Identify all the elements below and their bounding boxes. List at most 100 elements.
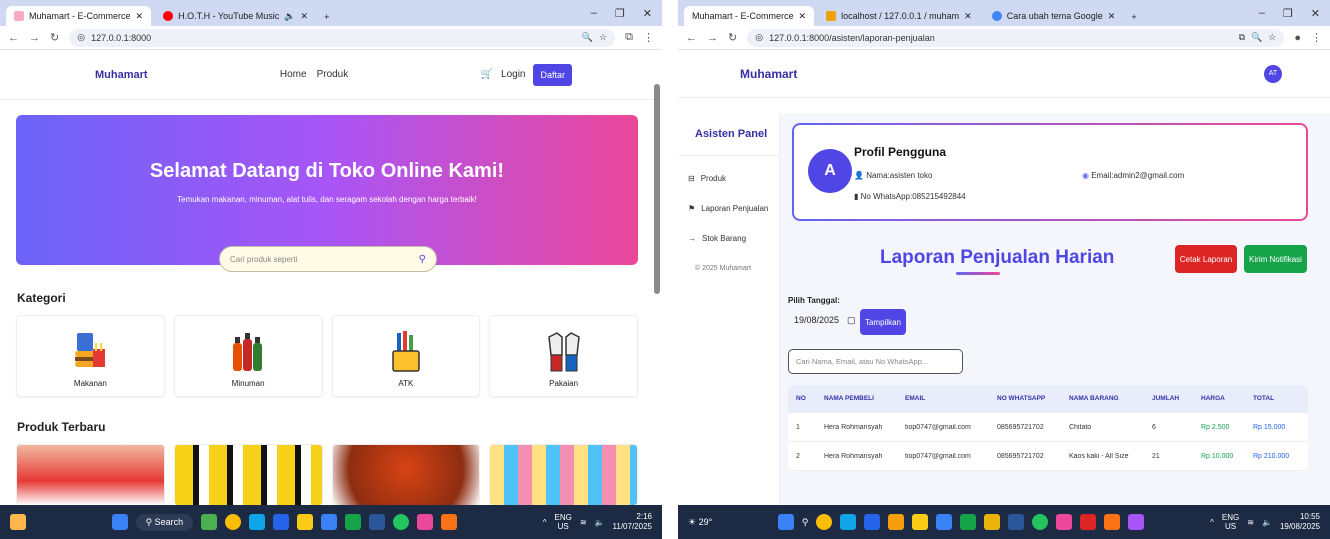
- app-icon[interactable]: [1056, 514, 1073, 530]
- site-info-icon[interactable]: ◎: [755, 32, 763, 43]
- chevron-up-icon[interactable]: ^: [1210, 518, 1214, 527]
- search-icon[interactable]: ⚲: [802, 517, 809, 528]
- widgets-icon[interactable]: [10, 514, 26, 530]
- zoom-icon[interactable]: 🔍: [582, 32, 593, 43]
- app-icon[interactable]: [1128, 514, 1145, 530]
- nav-home-link[interactable]: Home: [280, 69, 307, 80]
- search-icon[interactable]: ⚲: [419, 254, 426, 265]
- date-input[interactable]: 19/08/2025 ▢: [788, 309, 856, 331]
- extensions-icon[interactable]: ⧉: [625, 31, 633, 44]
- restore-icon[interactable]: ❐: [615, 7, 625, 20]
- app-icon[interactable]: [960, 514, 977, 530]
- product-search-input[interactable]: Cari produk seperti ⚲: [219, 246, 437, 272]
- whatsapp-icon[interactable]: [393, 514, 410, 530]
- close-window-icon[interactable]: ✕: [1311, 7, 1320, 20]
- reload-icon[interactable]: ↻: [728, 31, 737, 44]
- vscode-icon[interactable]: [273, 514, 290, 530]
- close-icon[interactable]: ✕: [1108, 11, 1116, 22]
- back-icon[interactable]: ←: [686, 32, 697, 44]
- close-icon[interactable]: ✕: [964, 11, 972, 22]
- windows-start-icon[interactable]: [777, 514, 794, 530]
- app-icon[interactable]: [936, 514, 953, 530]
- file-explorer-icon[interactable]: [297, 514, 314, 530]
- new-tab-icon[interactable]: +: [320, 12, 333, 26]
- language-indicator[interactable]: ENG US: [1222, 513, 1239, 531]
- sidebar-item-stok-barang[interactable]: → Stok Barang: [678, 234, 746, 243]
- cetak-laporan-button[interactable]: Cetak Laporan: [1175, 245, 1237, 273]
- edge-icon[interactable]: [249, 514, 266, 530]
- daftar-button[interactable]: Daftar: [533, 63, 572, 86]
- new-tab-icon[interactable]: +: [1127, 12, 1140, 26]
- word-icon[interactable]: [369, 514, 386, 530]
- cart-icon[interactable]: 🛒: [481, 69, 493, 80]
- edge-icon[interactable]: [840, 514, 857, 530]
- app-icon[interactable]: [201, 514, 218, 530]
- close-icon[interactable]: ✕: [136, 11, 144, 22]
- language-indicator[interactable]: ENG US: [555, 513, 572, 531]
- address-bar[interactable]: ◎ 127.0.0.1:8000/asisten/laporan-penjual…: [747, 28, 1285, 47]
- clock[interactable]: 2:16 11/07/2025: [613, 512, 652, 532]
- sidebar-item-laporan-penjualan[interactable]: ⚑ Laporan Penjualan: [678, 204, 768, 213]
- kirim-notifikasi-button[interactable]: Kirim Notifikasi: [1244, 245, 1307, 273]
- product-image[interactable]: [16, 444, 165, 506]
- kategori-minuman-card[interactable]: Minuman: [173, 315, 323, 397]
- wifi-icon[interactable]: ≋: [1247, 518, 1254, 527]
- browser-tab-youtube-music[interactable]: H.O.T.H - YouTube Music 🔈 ✕: [155, 6, 317, 26]
- zoom-icon[interactable]: 🔍: [1251, 32, 1262, 43]
- app-icon[interactable]: [1104, 514, 1121, 530]
- chrome-icon[interactable]: [816, 514, 833, 530]
- app-icon[interactable]: [984, 514, 1001, 530]
- menu-icon[interactable]: ⋮: [1311, 31, 1322, 44]
- browser-tab-phpmyadmin[interactable]: localhost / 127.0.0.1 / muham ✕: [818, 6, 980, 26]
- browser-tab-muhamart[interactable]: Muhamart - E-Commerce ✕: [684, 6, 815, 26]
- close-icon[interactable]: ✕: [301, 11, 309, 22]
- customer-search-input[interactable]: Cari Nama, Email, atau No WhatsApp...: [788, 349, 963, 374]
- minimize-icon[interactable]: –: [591, 7, 597, 19]
- product-image[interactable]: [489, 444, 638, 506]
- page-scrollbar[interactable]: [654, 68, 660, 488]
- tampilkan-button[interactable]: Tampilkan: [860, 309, 906, 335]
- kategori-makanan-card[interactable]: Makanan: [16, 315, 165, 397]
- vscode-icon[interactable]: [864, 514, 881, 530]
- login-link[interactable]: Login: [501, 69, 525, 80]
- word-icon[interactable]: [1008, 514, 1025, 530]
- calendar-icon[interactable]: ▢: [847, 315, 856, 326]
- profile-icon[interactable]: ●: [1294, 32, 1301, 44]
- star-icon[interactable]: ☆: [1268, 32, 1276, 43]
- volume-icon[interactable]: 🔈: [1262, 518, 1272, 527]
- translate-icon[interactable]: ⧉: [1239, 32, 1245, 43]
- browser-tab-muhamart[interactable]: Muhamart - E-Commerce ✕: [6, 6, 152, 26]
- browser-tab-google[interactable]: Cara ubah tema Google ✕: [983, 6, 1124, 26]
- clock[interactable]: 10:55 19/08/2025: [1280, 512, 1320, 532]
- chevron-up-icon[interactable]: ^: [543, 518, 547, 527]
- wifi-icon[interactable]: ≋: [580, 518, 587, 527]
- forward-icon[interactable]: →: [707, 32, 718, 44]
- address-bar[interactable]: ◎ 127.0.0.1:8000 🔍 ☆: [69, 28, 616, 47]
- taskbar-search[interactable]: ⚲ Search: [135, 513, 194, 531]
- menu-icon[interactable]: ⋮: [643, 31, 654, 44]
- product-image[interactable]: [331, 444, 481, 506]
- star-icon[interactable]: ☆: [599, 32, 607, 43]
- volume-icon[interactable]: 🔈: [595, 518, 605, 527]
- app-icon[interactable]: [1080, 514, 1097, 530]
- app-icon[interactable]: [417, 514, 434, 530]
- site-info-icon[interactable]: ◎: [77, 32, 85, 43]
- brand-logo[interactable]: Muhamart: [740, 67, 797, 81]
- user-avatar[interactable]: AT: [1264, 64, 1282, 83]
- chrome-icon[interactable]: [225, 514, 242, 530]
- close-window-icon[interactable]: ✕: [643, 7, 652, 20]
- sidebar-item-produk[interactable]: ⊟ Produk: [678, 174, 726, 183]
- whatsapp-icon[interactable]: [1032, 514, 1049, 530]
- product-image[interactable]: [173, 444, 323, 506]
- app-icon[interactable]: [441, 514, 458, 530]
- file-explorer-icon[interactable]: [912, 514, 929, 530]
- kategori-pakaian-card[interactable]: Pakaian: [489, 315, 638, 397]
- minimize-icon[interactable]: –: [1259, 7, 1265, 19]
- back-icon[interactable]: ←: [8, 32, 19, 44]
- scroll-thumb[interactable]: [654, 84, 660, 294]
- app-icon[interactable]: [345, 514, 362, 530]
- app-icon[interactable]: [321, 514, 338, 530]
- weather-widget[interactable]: ☀ 29°: [688, 517, 712, 528]
- app-icon[interactable]: [888, 514, 905, 530]
- forward-icon[interactable]: →: [29, 32, 40, 44]
